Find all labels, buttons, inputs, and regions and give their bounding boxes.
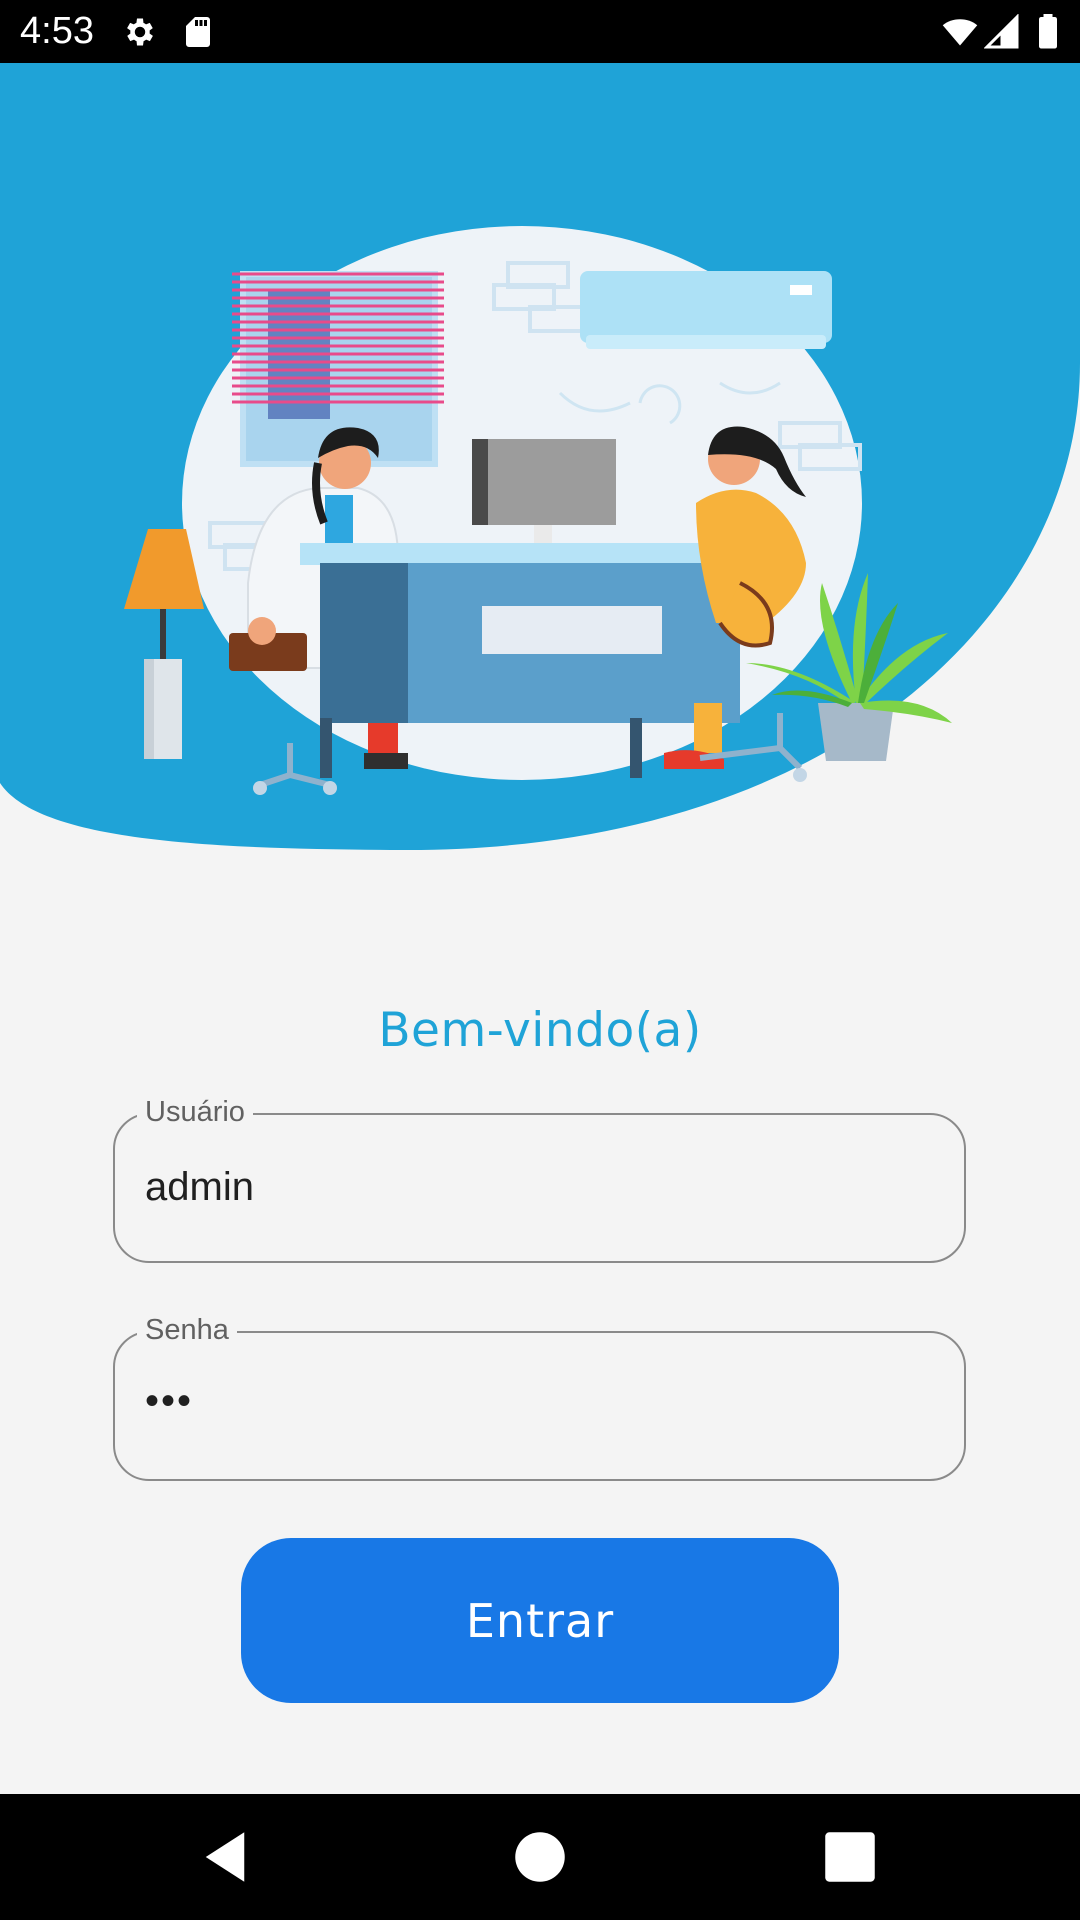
username-label: Usuário	[137, 1094, 253, 1130]
signal-icon	[984, 14, 1019, 49]
air-conditioner	[580, 271, 832, 349]
wifi-icon	[942, 19, 978, 46]
username-field[interactable]: Usuário admin	[113, 1094, 966, 1263]
settings-gear-icon	[127, 18, 153, 46]
password-input[interactable]: •••	[145, 1373, 193, 1429]
status-time: 4:53	[20, 10, 94, 52]
status-bar: 4:53	[0, 0, 1080, 63]
system-nav-bar	[0, 1794, 1080, 1920]
back-icon[interactable]	[192, 1824, 258, 1890]
header-illustration	[0, 63, 1080, 851]
username-input[interactable]: admin	[145, 1159, 254, 1215]
password-field[interactable]: Senha •••	[113, 1312, 966, 1481]
sd-card-icon	[186, 17, 210, 47]
login-screen: 4:53 Bem-vindo(a) Usuário admin Senha ••…	[0, 0, 1080, 1920]
home-icon[interactable]	[507, 1824, 573, 1890]
battery-icon	[1039, 14, 1057, 49]
welcome-title: Bem-vindo(a)	[378, 1003, 702, 1058]
recents-icon[interactable]	[817, 1824, 883, 1890]
password-label: Senha	[137, 1312, 237, 1348]
login-button[interactable]: Entrar	[241, 1538, 839, 1703]
